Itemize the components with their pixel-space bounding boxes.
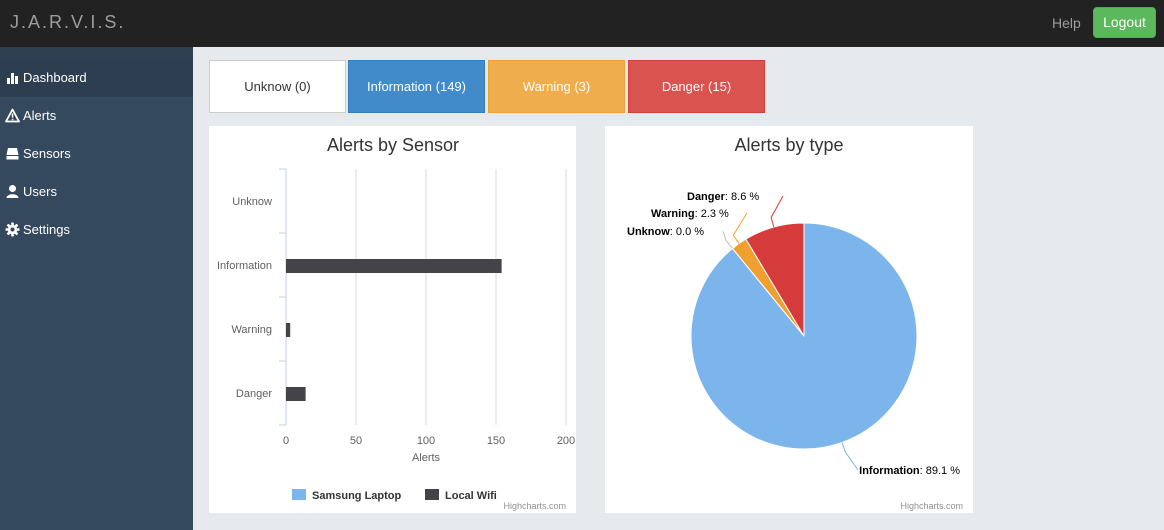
sidebar-item-sensors[interactable]: Sensors — [0, 135, 193, 173]
main-content: Unknow (0) Information (149) Warning (3)… — [193, 47, 1164, 530]
x-tick-label: 150 — [487, 435, 505, 447]
hdd-icon — [6, 148, 19, 160]
alerts-by-type-panel: Alerts by type Information: 89.1 % Unknow:… — [605, 126, 973, 513]
y-category-label: Danger — [236, 388, 272, 400]
chart-title: Alerts by Sensor — [327, 135, 459, 155]
sidebar-item-settings[interactable]: Settings — [0, 211, 193, 249]
warning-alerts-button[interactable]: Warning (3) — [488, 60, 625, 113]
x-tick-label: 50 — [350, 435, 362, 447]
chart-title: Alerts by type — [734, 135, 843, 155]
bar — [286, 387, 306, 401]
user-icon — [6, 185, 19, 198]
sidebar-item-label: Dashboard — [23, 70, 87, 85]
help-link[interactable]: Help — [1052, 15, 1081, 31]
pie-label: Danger: 8.6 % — [687, 191, 759, 203]
x-axis-title: Alerts — [412, 452, 441, 464]
x-tick-label: 200 — [557, 435, 575, 447]
information-alerts-button[interactable]: Information (149) — [348, 60, 485, 113]
pie-connector — [732, 212, 748, 244]
legend-item: Samsung Laptop — [312, 490, 402, 502]
x-tick-label: 100 — [417, 435, 435, 447]
sidebar-item-label: Alerts — [23, 108, 57, 123]
bar — [286, 323, 291, 337]
pie-label: Unknow: 0.0 % — [627, 226, 704, 238]
unknown-alerts-button[interactable]: Unknow (0) — [209, 60, 346, 113]
legend-swatch — [292, 489, 306, 500]
danger-alerts-button[interactable]: Danger (15) — [628, 60, 765, 113]
alerts-by-sensor-chart: Alerts by Sensor 0 50 100 150 200 Unknow Inform… — [217, 135, 575, 511]
bar-chart-icon — [7, 73, 18, 84]
legend-swatch — [425, 489, 439, 500]
warning-triangle-icon — [5, 108, 20, 123]
sidebar-item-users[interactable]: Users — [0, 173, 193, 211]
alerts-by-type-chart: Alerts by type Information: 89.1 % Unknow:… — [627, 135, 963, 511]
x-tick-label: 0 — [283, 435, 289, 447]
y-category-label: Information — [217, 260, 272, 272]
alerts-by-sensor-panel: Alerts by Sensor 0 50 100 150 200 Unknow Inform… — [209, 126, 576, 513]
sidebar: Dashboard Alerts Sensors Users Settings — [0, 47, 193, 530]
y-category-label: Warning — [231, 324, 272, 336]
sidebar-item-label: Users — [23, 184, 57, 199]
bar — [286, 259, 502, 273]
y-category-label: Unknow — [232, 196, 272, 208]
logout-button[interactable]: Logout — [1093, 7, 1156, 38]
app-brand[interactable]: J.A.R.V.I.S. — [10, 12, 125, 33]
chart-credits: Highcharts.com — [900, 501, 963, 511]
pie-label: Information: 89.1 % — [859, 465, 960, 477]
pie-connector — [722, 230, 733, 249]
chart-credits: Highcharts.com — [503, 501, 566, 511]
pie-label: Warning: 2.3 % — [651, 208, 729, 220]
pie-connector — [770, 195, 784, 228]
sidebar-item-label: Settings — [23, 222, 70, 237]
sidebar-item-alerts[interactable]: Alerts — [0, 97, 193, 135]
gear-icon — [5, 222, 20, 237]
sidebar-item-dashboard[interactable]: Dashboard — [0, 59, 193, 97]
pie-connector — [841, 442, 859, 471]
legend-item: Local Wifi — [445, 490, 497, 502]
top-navbar: J.A.R.V.I.S. Help Logout — [0, 0, 1164, 47]
sidebar-item-label: Sensors — [23, 146, 71, 161]
